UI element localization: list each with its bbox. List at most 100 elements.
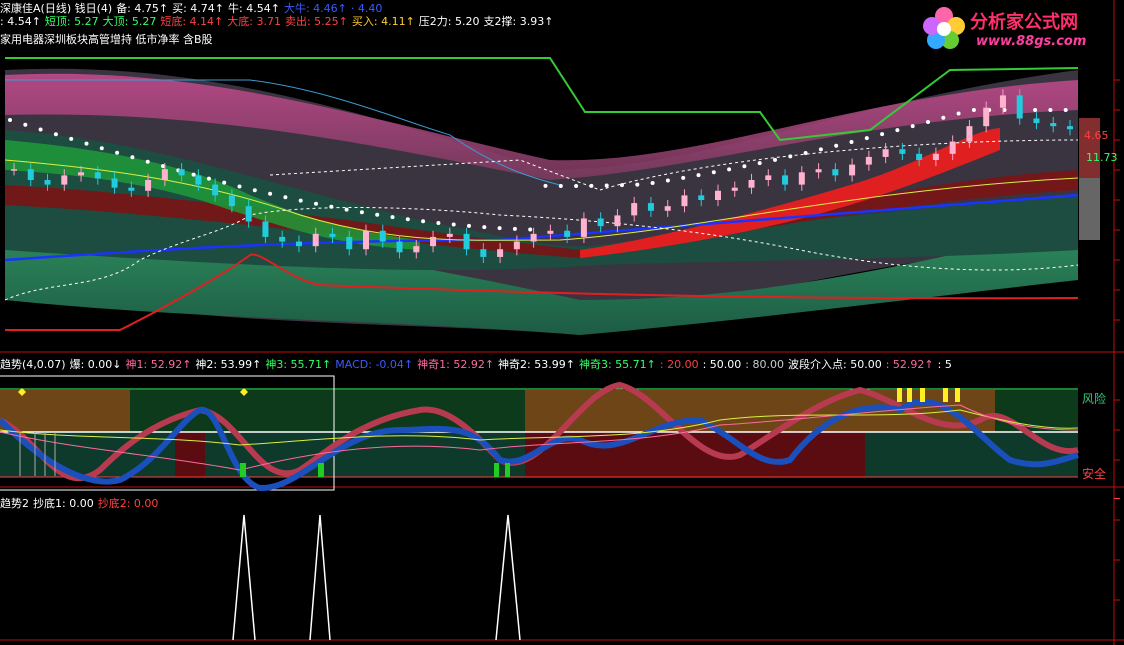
candle-body [363,230,369,250]
candle-body [463,233,470,250]
indicator_header-item: : 5 [937,358,952,371]
header.row2-item: 短底: 4.14↑ [160,15,224,28]
candle-body [748,180,755,188]
candle-body [161,169,168,180]
candle-body [614,215,621,227]
candle-body [983,107,990,127]
sar-dot [268,191,273,196]
bottom_header-item: 抄底1: 0.00 [33,497,94,510]
candle-body [396,241,403,253]
sar-dot [99,146,104,151]
candle-body [262,221,269,237]
candle-body [798,172,805,185]
sar-dot [528,227,533,232]
sar-dot [252,188,257,193]
indicator_header-item: : 80.00 [745,358,784,371]
candle-body [329,233,336,237]
stock-tags: 家用电器深圳板块高管增持 低市净率 含B股 [0,33,213,46]
risk-label: 风险 [1082,392,1107,406]
candle-body [731,187,738,191]
sar-dot [298,198,303,203]
candle-body [1033,118,1040,124]
indicator_header-item: 神奇1: 52.92↑ [417,358,495,371]
header.row2-item: 买入: 4.11↑ [351,15,415,28]
candle-body [61,175,68,185]
sar-dot [421,219,426,224]
candle-body [681,195,688,207]
candle-body [145,180,152,191]
sar-dot [497,226,502,231]
indicator_header-item: 神奇3: 55.71↑ [578,358,656,371]
oscillator-panel [0,375,1079,492]
sar-dot [130,155,135,160]
indicator_header-item: 神1: 52.92↑ [125,358,192,371]
sar-dot [895,128,900,133]
sar-dot [145,159,150,164]
sar-dot [344,207,349,212]
sar-dot [467,223,471,228]
sar-dot [512,226,517,231]
indicator-header: 趋势(4,0.07) 爆: 0.00↓ 神1: 52.92↑ 神2: 53.99↑ 神3… [0,356,956,372]
candle-body [178,169,185,176]
sar-dot [206,176,211,181]
candle-body [27,169,34,180]
sar-dot [405,217,410,222]
sar-dot [237,184,242,189]
sar-dot [727,167,732,172]
sar-dot [38,127,43,132]
candle-body [664,206,671,211]
site-logo: 分析家公式网 www.88gs.com [916,4,1116,54]
indicator_header-item: 神奇2: 53.99↑ [498,358,575,371]
candle-body [480,249,487,257]
candle-body [1050,123,1057,127]
candle-body [765,175,772,180]
candle-body [379,230,386,242]
candle-body [497,249,504,257]
sar-dot [329,204,334,209]
candle-body [94,172,101,179]
candle-body [513,241,520,250]
candle-body [295,241,302,247]
candle-body [597,218,604,227]
candle-body [849,164,856,176]
sar-dot [910,124,915,129]
candle-body [698,195,705,200]
candle-body [128,187,135,191]
price-label-1: 4.65 [1084,129,1109,142]
sar-dot [849,139,854,144]
candle-body [999,95,1006,108]
indicator_header-item: MACD: -0.04↑ [335,358,414,371]
sar-dot [314,201,318,206]
sar-dot [84,141,89,146]
logo-url: www.88gs.com [976,34,1087,49]
header.row2-item: 支2撑: 3.93↑ [483,15,554,28]
sar-dot [23,122,28,127]
candle-body [564,230,571,237]
sar-dot [681,175,686,180]
sar-dot [222,180,227,185]
sar-dot [8,118,12,122]
sar-dot [880,132,885,137]
bottom-header: 趋势2 抄底1: 0.00 抄底2: 0.00 [0,495,162,511]
candle-body [966,126,973,142]
sar-dot [971,108,976,112]
header.row2-item: : 4.54↑ [0,15,41,28]
header.row2-item: 大底: 3.71 [227,15,281,28]
candle-body [111,178,118,188]
candle-body [1016,95,1023,119]
stock-chart [0,0,1124,645]
candle-body [782,175,789,185]
candle-body [530,233,537,242]
candle-body [899,149,906,154]
sar-dot [574,183,579,188]
candle-body [312,233,319,247]
sar-dot [451,222,456,227]
candle-body [346,236,353,250]
candle-body [195,175,202,185]
bottom_header-item: 抄底2: 0.00 [97,497,159,510]
indicator_header-item: 波段介入点: 50.00 [788,358,882,371]
candle-body [1067,126,1073,130]
sar-dot [788,154,793,159]
sar-dot [482,225,487,230]
candle-body [413,246,420,253]
